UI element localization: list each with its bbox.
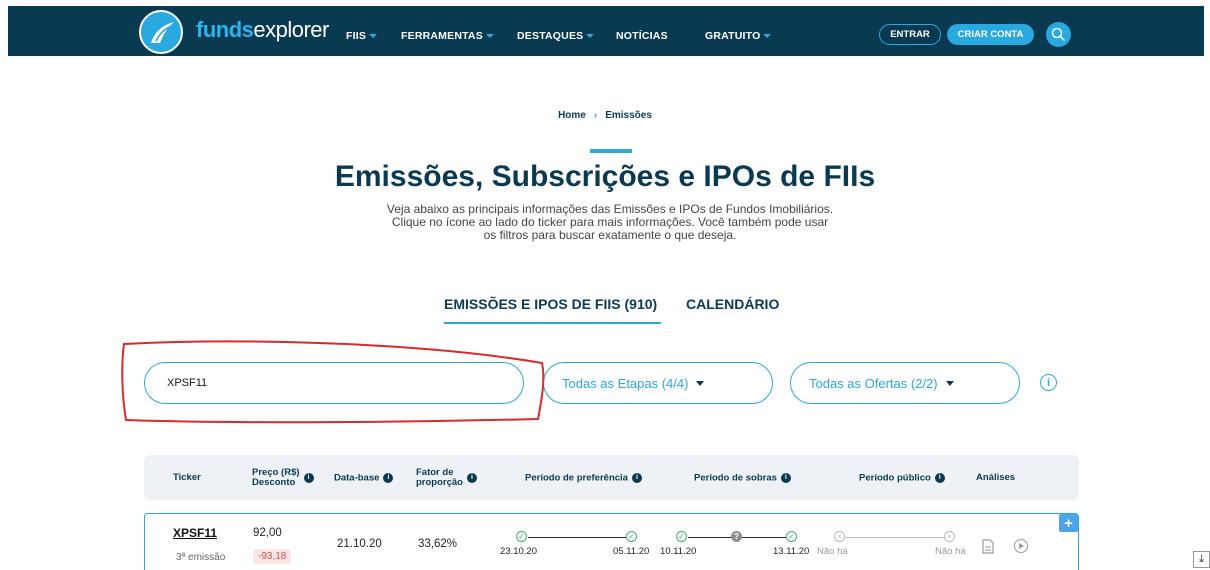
preference-end-date: 05.11.20 <box>613 546 650 557</box>
header-base-date[interactable]: Data-base i <box>334 473 394 484</box>
nav-ferramentas[interactable]: FERRAMENTAS <box>401 30 494 42</box>
header-analyses: Análises <box>976 472 1016 483</box>
discount-badge: -93,18 <box>253 549 292 564</box>
document-icon[interactable] <box>982 539 994 559</box>
public-start-date: Não há <box>817 546 848 557</box>
check-circle-icon: ✓ <box>786 531 797 542</box>
check-circle-icon: ✓ <box>626 531 637 542</box>
emission-label: 3ª emissão <box>176 552 226 563</box>
info-icon[interactable]: i <box>303 473 314 483</box>
timeline-line <box>528 537 626 538</box>
stages-dropdown[interactable]: Todas as Etapas (4/4) <box>543 362 773 404</box>
nav-destaques[interactable]: DESTAQUES <box>517 30 595 42</box>
x-circle-icon: × <box>944 531 955 542</box>
page-subtitle: Veja abaixo as principais informações da… <box>360 203 860 242</box>
nav-fiis[interactable]: FIIS <box>346 30 378 42</box>
info-icon[interactable]: i <box>1040 374 1057 391</box>
preference-start-date: 23.10.20 <box>500 546 537 557</box>
header-leftovers[interactable]: Período de sobras i <box>694 473 791 484</box>
brand-logo-text[interactable]: fundsexplorer <box>196 17 329 43</box>
x-circle-icon: × <box>834 531 845 542</box>
chevron-down-icon <box>369 34 378 39</box>
header-factor-line2: proporção <box>416 477 463 488</box>
search-icon[interactable] <box>1046 22 1071 47</box>
active-tab-indicator <box>444 322 661 324</box>
offers-dropdown[interactable]: Todas as Ofertas (2/2) <box>790 362 1020 404</box>
stages-dropdown-label: Todas as Etapas (4/4) <box>562 375 689 391</box>
ticker-link[interactable]: XPSF11 <box>173 526 217 540</box>
chevron-down-icon <box>586 34 595 39</box>
page-title: Emissões, Subscrições e IPOs de FIIs <box>334 160 876 193</box>
header-preference[interactable]: Período de preferência i <box>525 473 642 484</box>
breadcrumb-separator: › <box>593 110 598 121</box>
check-circle-icon: ✓ <box>676 531 687 542</box>
nav-noticias[interactable]: NOTÍCIAS <box>616 30 668 42</box>
chevron-down-icon <box>696 380 705 386</box>
factor-value: 33,62% <box>418 538 458 550</box>
logo-icon[interactable] <box>139 10 183 54</box>
subtitle-line: os filtros para buscar exatamente o que … <box>483 228 737 242</box>
chevron-down-icon <box>945 380 954 386</box>
breadcrumb: Home › Emissões <box>0 110 1210 121</box>
ticker-search-input[interactable] <box>144 362 524 404</box>
header-ticker: Ticker <box>173 472 201 483</box>
play-icon[interactable] <box>1014 539 1028 553</box>
breadcrumb-home[interactable]: Home <box>558 110 586 121</box>
base-date-value: 21.10.20 <box>337 538 382 550</box>
header-factor[interactable]: Fator de proporção i <box>416 468 477 488</box>
leftovers-start-date: 10.11.20 <box>660 546 697 557</box>
timeline-line <box>846 537 944 538</box>
header-public[interactable]: Período público i <box>859 473 945 484</box>
info-icon[interactable]: i <box>383 473 394 483</box>
expand-row-icon[interactable]: + <box>1059 514 1078 532</box>
chevron-down-icon <box>485 34 494 39</box>
tab-calendario[interactable]: CALENDÁRIO <box>686 296 779 312</box>
title-accent-bar <box>590 149 632 153</box>
check-circle-icon: ✓ <box>516 531 527 542</box>
question-circle-icon: ? <box>731 531 742 542</box>
info-icon[interactable]: i <box>934 473 945 483</box>
offers-dropdown-label: Todas as Ofertas (2/2) <box>809 375 938 391</box>
login-button[interactable]: ENTRAR <box>879 24 941 45</box>
info-icon[interactable]: i <box>466 473 477 483</box>
chevron-down-icon <box>763 34 772 39</box>
public-end-date: Não há <box>935 546 966 557</box>
header-price-line2: Desconto <box>252 477 296 488</box>
nav-gratuito[interactable]: GRATUITO <box>705 30 772 42</box>
info-icon[interactable]: i <box>780 473 791 483</box>
leftovers-end-date: 13.11.20 <box>773 546 810 557</box>
signup-button[interactable]: CRIAR CONTA <box>947 24 1034 45</box>
breadcrumb-current: Emissões <box>605 110 652 121</box>
tab-emissoes[interactable]: EMISSÕES E IPOS DE FIIS (910) <box>444 296 657 312</box>
price-value: 92,00 <box>253 527 282 539</box>
info-icon[interactable]: i <box>631 473 642 483</box>
header-price[interactable]: Preço (R$) Desconto i <box>252 468 314 488</box>
download-icon[interactable]: ⤓ <box>1193 551 1210 568</box>
page: fundsexplorer FIIS FERRAMENTAS DESTAQUES… <box>0 0 1210 570</box>
